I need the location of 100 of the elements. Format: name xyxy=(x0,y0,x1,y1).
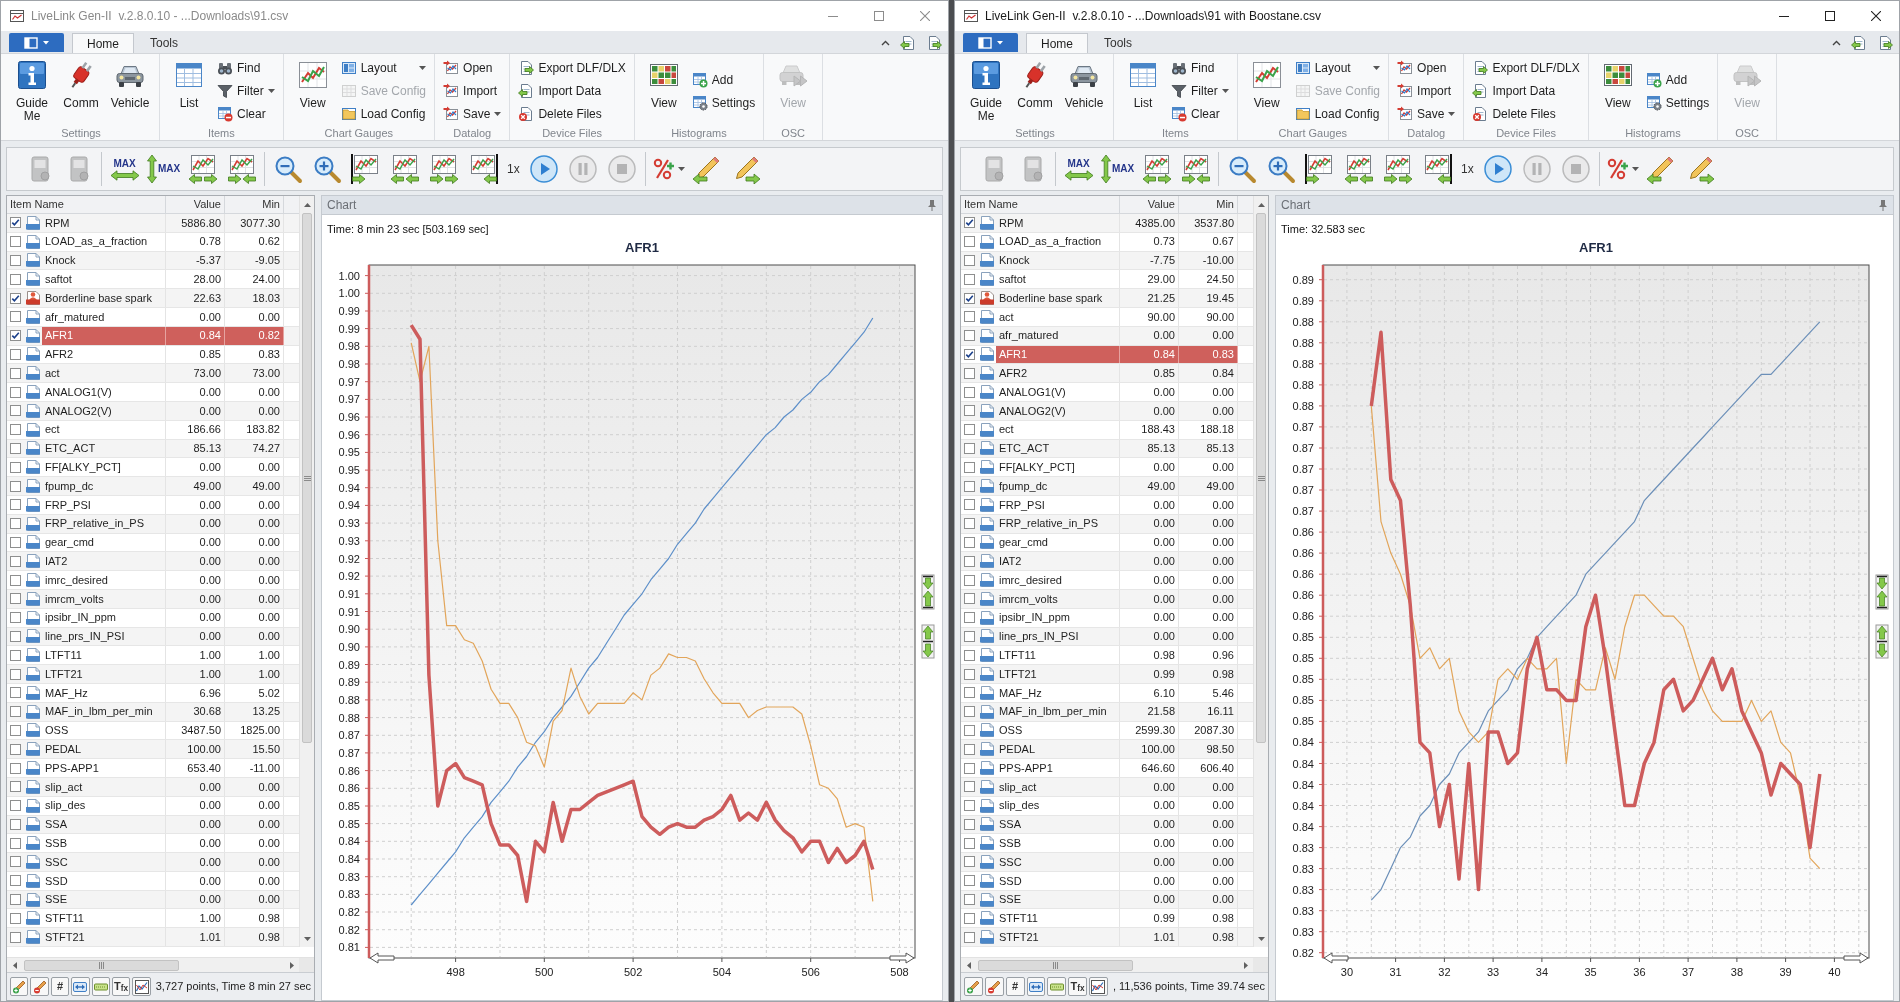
ribbon-button[interactable]: Import Data xyxy=(516,80,628,102)
checkbox[interactable] xyxy=(10,536,21,548)
checkbox[interactable] xyxy=(964,818,975,830)
arrows-icon[interactable] xyxy=(921,574,935,610)
ribbon-button[interactable]: Find xyxy=(1169,57,1231,79)
checkbox[interactable] xyxy=(10,818,21,830)
checkbox[interactable] xyxy=(964,236,975,248)
table-row[interactable]: ect 186.66 183.82 xyxy=(42,420,284,439)
ribbon-button[interactable]: Open xyxy=(441,57,504,79)
checkbox[interactable] xyxy=(10,912,21,924)
checkbox[interactable] xyxy=(964,781,975,793)
table-row[interactable]: LTFT11 0.98 0.96 xyxy=(996,646,1238,665)
checkbox[interactable] xyxy=(10,255,21,266)
ribbon-button[interactable]: Clear xyxy=(1169,103,1231,125)
checkbox[interactable] xyxy=(10,480,21,492)
checkbox[interactable] xyxy=(10,706,21,718)
close-icon[interactable] xyxy=(1871,11,1881,21)
table-row[interactable]: SSB 0.00 0.00 xyxy=(42,834,284,853)
table-row[interactable]: SSD 0.00 0.00 xyxy=(42,871,284,890)
checkbox[interactable] xyxy=(10,894,21,906)
table-row[interactable]: slip_des 0.00 0.00 xyxy=(996,796,1238,815)
scrollbar-thumb[interactable] xyxy=(24,959,179,971)
ribbon-button[interactable]: Settings xyxy=(1643,91,1712,114)
checkbox[interactable] xyxy=(964,311,975,323)
ribbon-button[interactable]: Filter xyxy=(215,80,277,102)
checkbox[interactable] xyxy=(964,330,975,342)
table-row[interactable]: LTFT11 1.00 1.00 xyxy=(42,646,284,665)
checkbox[interactable] xyxy=(964,837,975,849)
checkbox[interactable] xyxy=(10,931,21,943)
checkbox[interactable] xyxy=(964,555,975,567)
checkbox[interactable] xyxy=(10,461,21,473)
checkbox[interactable] xyxy=(10,612,21,624)
table-row[interactable]: STFT11 1.00 0.98 xyxy=(42,909,284,928)
table-row[interactable]: PPS-APP1 646.60 606.40 xyxy=(996,759,1238,777)
checkbox[interactable] xyxy=(964,687,975,699)
checkbox[interactable] xyxy=(964,442,975,454)
left-arrow-icon[interactable] xyxy=(12,961,17,969)
checkbox[interactable] xyxy=(10,442,21,454)
ribbon-button[interactable]: View xyxy=(1594,56,1641,126)
document-arrow-icon[interactable] xyxy=(926,35,942,51)
checkbox[interactable] xyxy=(10,499,21,511)
checkbox[interactable] xyxy=(10,273,21,285)
scrollbar-thumb[interactable] xyxy=(302,213,312,743)
checkbox[interactable] xyxy=(964,499,975,511)
checkbox[interactable] xyxy=(964,706,975,718)
table-row[interactable]: imrc_desired 0.00 0.00 xyxy=(42,571,284,589)
checkbox[interactable] xyxy=(964,912,975,924)
checkbox[interactable] xyxy=(10,386,21,398)
tool-button[interactable] xyxy=(1026,977,1046,996)
table-row[interactable]: afr_matured 0.00 0.00 xyxy=(42,308,284,326)
scrollbar-thumb[interactable] xyxy=(978,959,1133,971)
checkbox[interactable] xyxy=(964,386,975,398)
checkbox[interactable] xyxy=(964,649,975,661)
column-header[interactable]: Item Name xyxy=(10,196,64,213)
checkbox[interactable] xyxy=(964,762,975,774)
checkbox[interactable] xyxy=(964,875,975,887)
tool-button[interactable] xyxy=(71,977,90,996)
table-row[interactable]: gear_cmd 0.00 0.00 xyxy=(42,533,284,552)
checkbox[interactable] xyxy=(964,367,975,379)
checkbox[interactable] xyxy=(10,856,21,868)
checkbox[interactable] xyxy=(964,743,975,755)
speed-button[interactable]: 1x xyxy=(502,154,525,184)
checkbox[interactable] xyxy=(10,875,21,887)
checkbox[interactable] xyxy=(10,424,21,436)
tool-button[interactable]: # xyxy=(50,977,70,996)
checkbox[interactable] xyxy=(964,424,975,436)
checkbox[interactable] xyxy=(964,461,975,473)
horizontal-scrollbar[interactable] xyxy=(7,957,314,972)
horizontal-scrollbar[interactable] xyxy=(961,957,1268,972)
table-row[interactable]: LOAD_as_a_fraction 0.78 0.62 xyxy=(42,232,284,251)
tool-button[interactable] xyxy=(964,977,983,996)
ribbon-button[interactable]: View xyxy=(289,56,336,126)
ribbon-button[interactable]: Guide Me xyxy=(963,56,1009,126)
table-row[interactable]: FF[ALKY_PCT] 0.00 0.00 xyxy=(996,458,1238,477)
tool-button[interactable] xyxy=(1089,977,1108,996)
table-row[interactable]: ANALOG1(V) 0.00 0.00 xyxy=(996,383,1238,401)
checkbox[interactable] xyxy=(10,217,21,229)
checkbox[interactable] xyxy=(964,856,975,868)
max-button[interactable]: MAX xyxy=(105,152,144,186)
ribbon-button[interactable]: Comm xyxy=(58,56,104,126)
ribbon-button[interactable]: Import Data xyxy=(1470,80,1582,102)
down-arrow-icon[interactable] xyxy=(303,936,311,941)
ribbon-button[interactable]: Save xyxy=(1395,103,1458,125)
max-button[interactable]: MAX xyxy=(1059,152,1098,186)
ribbon-button[interactable]: Load Config xyxy=(338,103,429,125)
tool-button[interactable] xyxy=(984,977,1004,996)
tool-button[interactable]: # xyxy=(1005,977,1025,996)
vertical-scrollbar[interactable] xyxy=(299,196,314,948)
table-row[interactable]: FRP_PSI 0.00 0.00 xyxy=(42,495,284,514)
app-menu-button[interactable] xyxy=(9,33,64,52)
ribbon-button[interactable]: Find xyxy=(215,57,277,79)
play-icon[interactable] xyxy=(529,154,560,184)
checkbox[interactable] xyxy=(10,724,21,736)
table-row[interactable]: FRP_PSI 0.00 0.00 xyxy=(996,495,1238,514)
right-arrow-icon[interactable] xyxy=(1843,952,1869,964)
left-arrow-icon[interactable] xyxy=(966,961,971,969)
table-row[interactable]: imrc_desired 0.00 0.00 xyxy=(996,571,1238,589)
checkbox[interactable] xyxy=(10,837,21,849)
chart-arrows-icon[interactable] xyxy=(350,154,381,184)
checkbox[interactable] xyxy=(10,687,21,699)
